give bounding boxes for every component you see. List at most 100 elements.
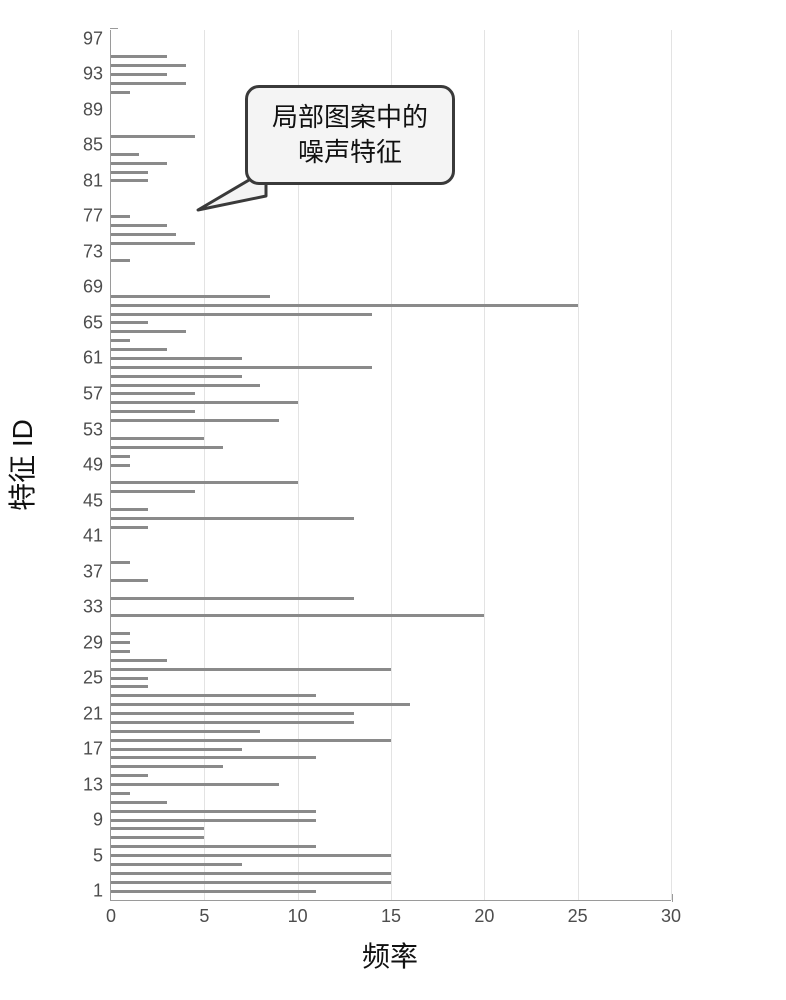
bar [111, 774, 148, 777]
chart-root: 特征 ID 0510152025301591317212529333741454… [0, 0, 786, 1000]
bar [111, 810, 316, 813]
y-tick-label: 73 [83, 241, 103, 262]
bar [111, 233, 176, 236]
bar [111, 171, 148, 174]
bar [111, 392, 195, 395]
x-tick-label: 5 [199, 906, 209, 927]
bar [111, 597, 354, 600]
bar [111, 650, 130, 653]
bar [111, 827, 204, 830]
x-tick-label: 30 [661, 906, 681, 927]
bar [111, 437, 204, 440]
y-tick-label: 41 [83, 526, 103, 547]
bar [111, 845, 316, 848]
bar [111, 730, 260, 733]
bar [111, 455, 130, 458]
bar [111, 330, 186, 333]
x-tick-label: 20 [474, 906, 494, 927]
bar [111, 295, 270, 298]
bar [111, 801, 167, 804]
bar [111, 863, 242, 866]
bar [111, 384, 260, 387]
x-tick-label: 25 [568, 906, 588, 927]
x-axis-title: 频率 [110, 935, 670, 975]
bar [111, 490, 195, 493]
bar [111, 82, 186, 85]
bar [111, 517, 354, 520]
y-tick-label: 17 [83, 739, 103, 760]
bar [111, 91, 130, 94]
y-tick-label: 5 [93, 845, 103, 866]
bar [111, 179, 148, 182]
bar [111, 366, 372, 369]
y-tick-label: 97 [83, 28, 103, 49]
bar [111, 703, 410, 706]
gridline [671, 30, 672, 900]
y-tick-label: 21 [83, 703, 103, 724]
bar [111, 561, 130, 564]
bar [111, 304, 578, 307]
bar [111, 375, 242, 378]
y-tick-label: 49 [83, 455, 103, 476]
bar [111, 854, 391, 857]
y-tick-label: 85 [83, 135, 103, 156]
bar [111, 721, 354, 724]
bar [111, 242, 195, 245]
y-tick-label: 13 [83, 774, 103, 795]
gridline [578, 30, 579, 900]
y-tick-label: 29 [83, 632, 103, 653]
annotation-line1: 局部图案中的 [272, 102, 428, 132]
bar [111, 401, 298, 404]
y-axis-title: 特征 ID [5, 30, 37, 900]
gridline [204, 30, 205, 900]
bar [111, 64, 186, 67]
bar [111, 614, 484, 617]
bar [111, 162, 167, 165]
y-tick-label: 89 [83, 99, 103, 120]
bar [111, 153, 139, 156]
bar [111, 410, 195, 413]
x-tick-label: 15 [381, 906, 401, 927]
y-axis-title-text: 特征 ID [1, 419, 41, 511]
bar [111, 872, 391, 875]
bar [111, 748, 242, 751]
y-tick-label: 45 [83, 490, 103, 511]
x-tick-label: 10 [288, 906, 308, 927]
y-tick-label: 81 [83, 170, 103, 191]
bar [111, 668, 391, 671]
y-tick-label: 33 [83, 597, 103, 618]
bar [111, 739, 391, 742]
bar [111, 526, 148, 529]
y-tick-label: 57 [83, 383, 103, 404]
bar [111, 357, 242, 360]
y-tick-label: 69 [83, 277, 103, 298]
bar [111, 419, 279, 422]
bar [111, 508, 148, 511]
x-tick-label: 0 [106, 906, 116, 927]
bar [111, 890, 316, 893]
y-tick-label: 65 [83, 312, 103, 333]
y-tick-label: 1 [93, 881, 103, 902]
gridline [484, 30, 485, 900]
bar [111, 348, 167, 351]
bar [111, 481, 298, 484]
bar [111, 464, 130, 467]
bar [111, 792, 130, 795]
bar [111, 215, 130, 218]
bar [111, 135, 195, 138]
bar [111, 836, 204, 839]
bar [111, 712, 354, 715]
bar [111, 659, 167, 662]
y-tick-label: 53 [83, 419, 103, 440]
bar [111, 694, 316, 697]
bar [111, 881, 391, 884]
y-tick-label: 37 [83, 561, 103, 582]
annotation-callout: 局部图案中的 噪声特征 [245, 85, 455, 185]
bar [111, 224, 167, 227]
y-tick-label: 9 [93, 810, 103, 831]
y-tick-label: 61 [83, 348, 103, 369]
bar [111, 641, 130, 644]
bar [111, 321, 148, 324]
bar [111, 579, 148, 582]
bar [111, 632, 130, 635]
